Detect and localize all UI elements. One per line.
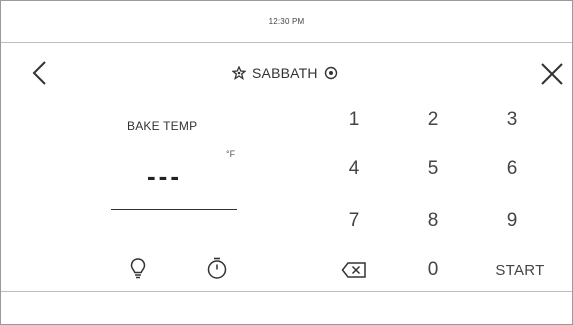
key-3[interactable]: 3 (477, 103, 547, 137)
key-7[interactable]: 7 (319, 204, 389, 238)
star-icon (232, 66, 246, 80)
status-bar: 12:30 PM (1, 1, 572, 43)
sabbath-label: SABBATH (252, 65, 318, 81)
key-0[interactable]: 0 (398, 253, 468, 287)
numeric-keypad: 1 2 3 4 5 6 7 8 9 0 START (313, 103, 563, 293)
key-4[interactable]: 4 (319, 152, 389, 186)
key-6[interactable]: 6 (477, 152, 547, 186)
timer-button[interactable] (204, 255, 230, 281)
backspace-button[interactable] (319, 253, 389, 287)
chevron-left-icon (32, 61, 46, 85)
timer-icon (207, 257, 227, 279)
clock-time: 12:30 PM (268, 17, 305, 26)
sabbath-mode-button[interactable]: SABBATH (232, 63, 338, 83)
oven-light-button[interactable] (125, 255, 151, 281)
key-5[interactable]: 5 (398, 152, 468, 186)
bake-temp-panel: BAKE TEMP °F --- (109, 103, 239, 293)
bake-temp-label: BAKE TEMP (127, 119, 198, 133)
key-8[interactable]: 8 (398, 204, 468, 238)
back-button[interactable] (27, 55, 57, 91)
key-2[interactable]: 2 (398, 103, 468, 137)
temperature-unit: °F (226, 149, 236, 159)
key-9[interactable]: 9 (477, 204, 547, 238)
light-bulb-icon (130, 258, 146, 279)
header-bar: SABBATH (1, 43, 572, 103)
backspace-icon (341, 262, 366, 278)
start-button[interactable]: START (485, 253, 555, 287)
key-1[interactable]: 1 (319, 103, 389, 137)
oven-control-screen: 12:30 PM SABBATH BAKE TEMP °F --- 1 2 3 … (0, 0, 573, 325)
info-icon[interactable] (324, 66, 338, 80)
temperature-value: --- (147, 161, 182, 191)
footer-bar (1, 291, 572, 325)
close-button[interactable] (537, 59, 567, 89)
close-icon (541, 63, 563, 85)
temperature-underline (111, 209, 237, 210)
